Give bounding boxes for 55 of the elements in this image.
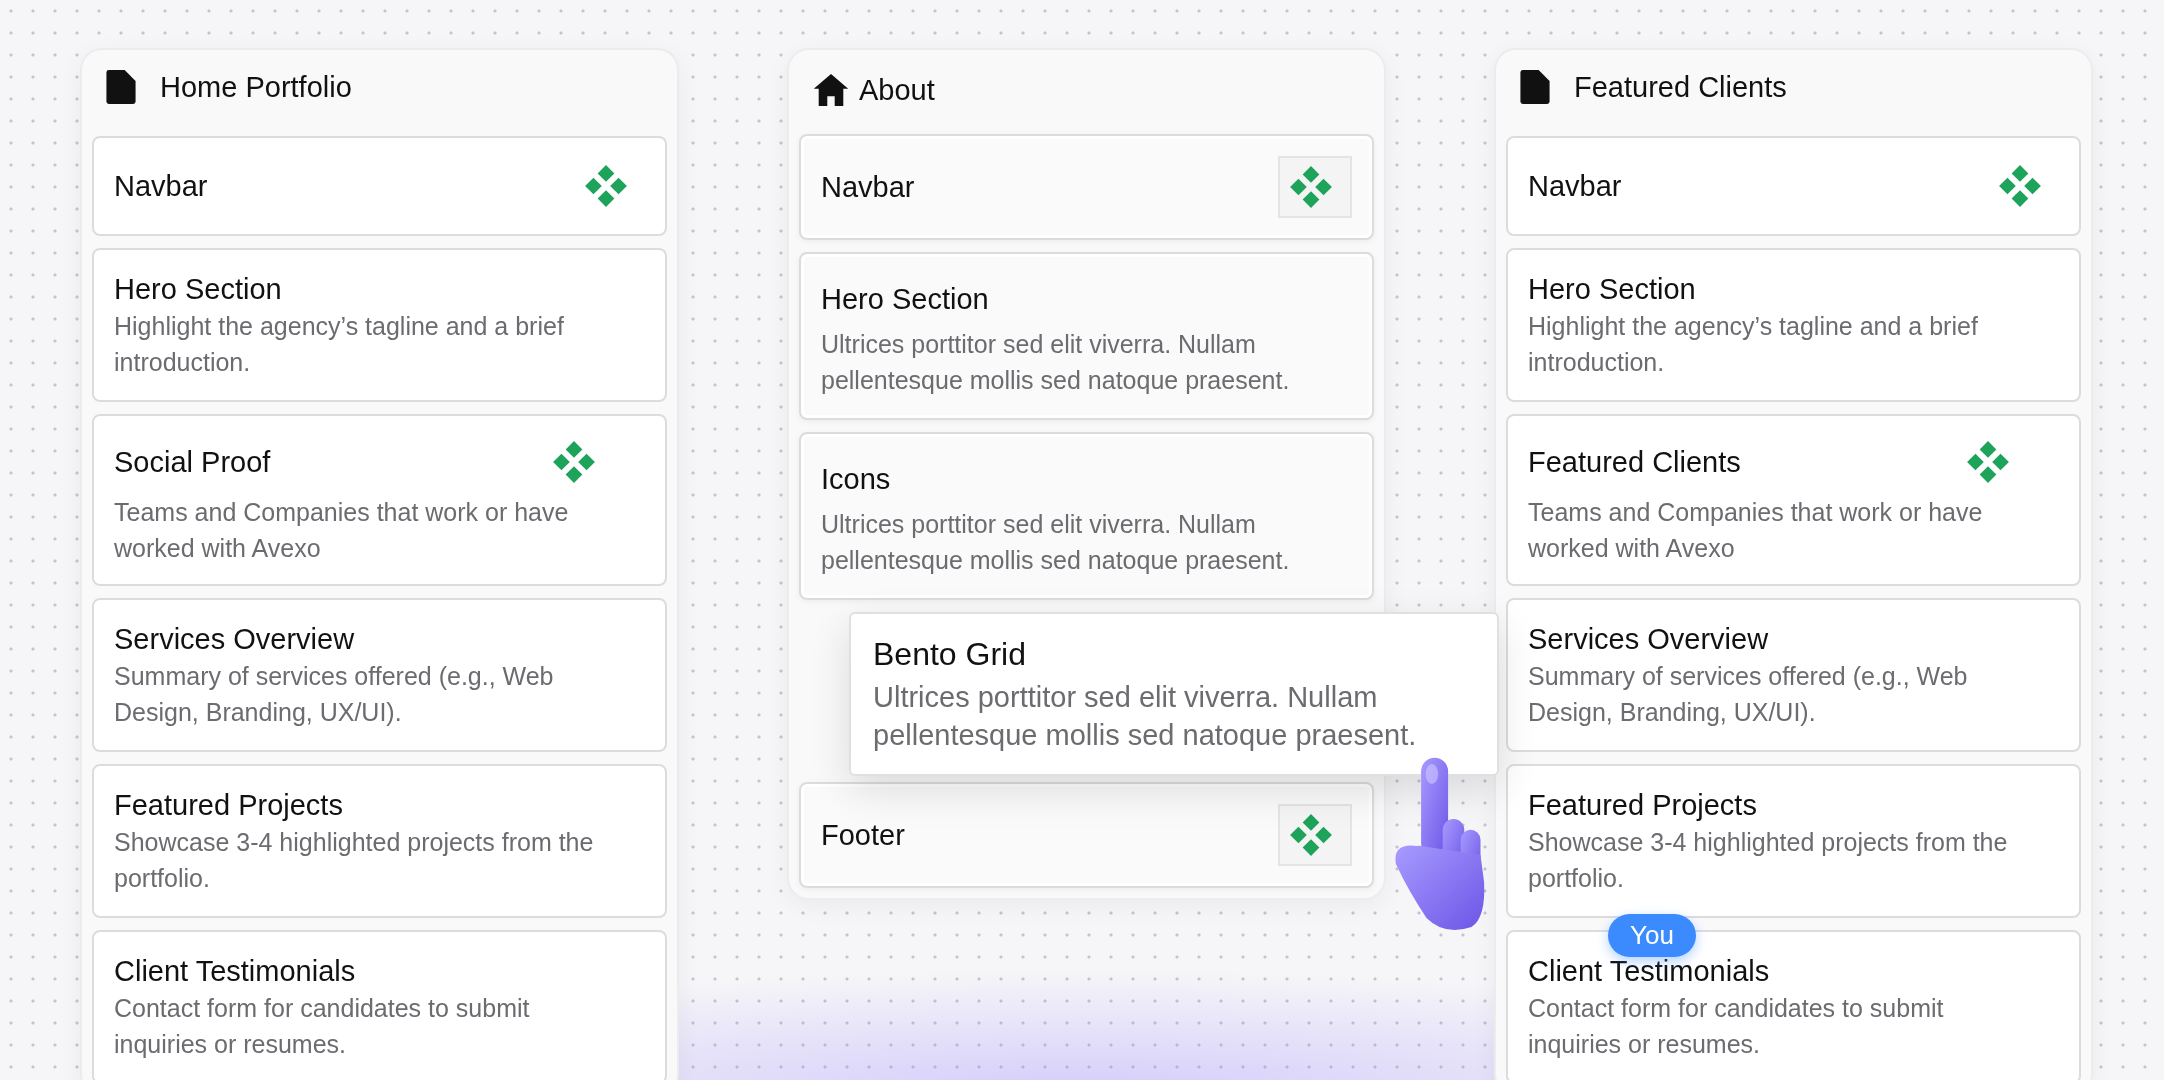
section-description: Summary of services offered (e.g., Web Design, Branding, UX/UI). — [1528, 661, 1969, 728]
component-button[interactable] — [1278, 804, 1352, 866]
section-title: Featured Projects — [114, 788, 343, 823]
section-card[interactable]: Navbar — [799, 134, 1374, 240]
section-description: Highlight the agency’s tagline and a brief introduction. — [1528, 311, 1979, 378]
section-description: Summary of services offered (e.g., Web Design, Branding, UX/UI). — [114, 661, 555, 728]
section-title: Icons — [821, 462, 891, 497]
section-title: Hero Section — [1528, 272, 1696, 307]
section-card[interactable]: Client Testimonials Contact form for candidates to submit inquiries or resumes. — [92, 930, 667, 1080]
section-title: Hero Section — [821, 282, 989, 317]
section-title: Navbar — [114, 169, 208, 204]
section-title: Navbar — [821, 170, 915, 205]
section-description: Showcase 3-4 highlighted projects from the portfolio. — [114, 827, 595, 894]
section-description: Ultrices porttitor sed elit viverra. Nullam pellentesque mollis sed natoque praesent. — [821, 329, 1291, 396]
section-title: Social Proof — [114, 445, 271, 480]
section-card[interactable]: Footer — [799, 782, 1374, 888]
section-title: Bento Grid — [873, 635, 1027, 674]
home-icon — [813, 74, 849, 106]
section-card[interactable]: Services Overview Summary of services offered (e.g., Web Design, Branding, UX/UI). — [92, 598, 667, 752]
section-description: Teams and Companies that work or have worked with Avexo — [114, 497, 570, 564]
section-description: Highlight the agency’s tagline and a brief introduction. — [114, 311, 565, 378]
section-description: Ultrices porttitor sed elit viverra. Nullam pellentesque mollis sed natoque praesent. — [821, 509, 1291, 576]
section-title: Featured Projects — [1528, 788, 1757, 823]
section-card[interactable]: Hero Section Highlight the agency’s tagline and a brief introduction. — [92, 248, 667, 402]
document-icon — [1520, 70, 1550, 104]
section-description: Contact form for candidates to submit inquiries or resumes. — [114, 993, 531, 1060]
section-card[interactable]: Navbar — [92, 136, 667, 236]
section-card[interactable]: Hero Section Highlight the agency’s tagline and a brief introduction. — [1506, 248, 2081, 402]
section-card[interactable]: Services Overview Summary of services offered (e.g., Web Design, Branding, UX/UI). — [1506, 598, 2081, 752]
section-description: Ultrices porttitor sed elit viverra. Nullam pellentesque mollis sed natoque praesent. — [873, 680, 1418, 753]
document-icon — [106, 70, 136, 104]
page-title: About — [859, 73, 935, 107]
section-title: Client Testimonials — [114, 954, 356, 989]
page-title: Home Portfolio — [160, 70, 352, 104]
section-title: Client Testimonials — [1528, 954, 1770, 989]
section-description: Teams and Companies that work or have worked with Avexo — [1528, 497, 1984, 564]
section-title: Services Overview — [114, 622, 355, 657]
section-card[interactable]: Featured Projects Showcase 3-4 highlighted projects from the portfolio. — [1506, 764, 2081, 918]
section-title: Footer — [821, 818, 905, 853]
section-card[interactable]: Featured Clients Teams and Companies that work or have worked with Avexo — [1506, 414, 2081, 586]
section-card[interactable]: Icons Ultrices porttitor sed elit viverra. Nullam pellentesque mollis sed natoque praesent. — [799, 432, 1374, 600]
page-title: Featured Clients — [1574, 70, 1787, 104]
section-title: Featured Clients — [1528, 445, 1741, 480]
section-title: Services Overview — [1528, 622, 1769, 657]
dragged-section-card[interactable]: Bento Grid Ultrices porttitor sed elit viverra. Nullam pellentesque mollis sed natoque praesent. — [849, 612, 1499, 776]
section-title: Hero Section — [114, 272, 282, 307]
section-card[interactable]: Social Proof Teams and Companies that work or have worked with Avexo — [92, 414, 667, 586]
section-description: Showcase 3-4 highlighted projects from the portfolio. — [1528, 827, 2009, 894]
user-badge: You — [1608, 914, 1696, 957]
section-description: Contact form for candidates to submit inquiries or resumes. — [1528, 993, 1945, 1060]
section-title: Navbar — [1528, 169, 1622, 204]
component-button[interactable] — [1278, 156, 1352, 218]
section-card[interactable]: Hero Section Ultrices porttitor sed elit viverra. Nullam pellentesque mollis sed natoque praesent. — [799, 252, 1374, 420]
section-card[interactable]: Featured Projects Showcase 3-4 highlighted projects from the portfolio. — [92, 764, 667, 918]
section-card[interactable]: Navbar — [1506, 136, 2081, 236]
